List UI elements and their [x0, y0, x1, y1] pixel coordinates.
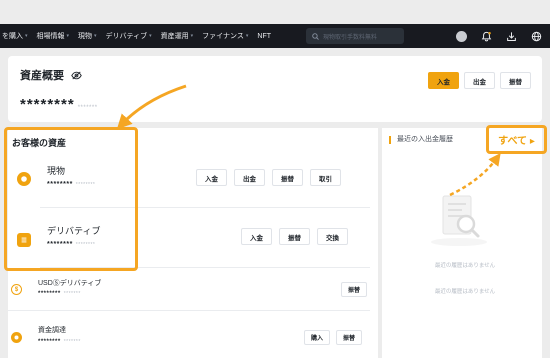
recent-records-title: 最近の入出金履歴 [389, 136, 453, 144]
nav-label: デリバティブ [105, 33, 148, 40]
usds-derivatives-actions: 振替 [341, 282, 368, 297]
nav-label: NFT [257, 32, 272, 40]
nav-derivatives[interactable]: デリバティブ ▾ [106, 31, 152, 41]
language-button[interactable] [528, 28, 544, 44]
notification-button[interactable] [478, 28, 494, 44]
globe-icon [531, 31, 541, 41]
spot-actions: 入金 出金 振替 取引 [196, 169, 341, 186]
funding-buy-button[interactable]: 購入 [304, 330, 331, 345]
usds-derivatives-name: USDⓈデリバティブ [38, 280, 102, 287]
usds-transfer-button[interactable]: 振替 [341, 282, 368, 297]
empty-deposit-text: 最近の履歴はありません [434, 263, 496, 269]
see-all-link[interactable]: すべて ▸ [498, 132, 535, 147]
assets-highlight [4, 127, 138, 271]
nav-nft[interactable]: NFT [257, 33, 271, 40]
funding-transfer-button[interactable]: 振替 [336, 330, 363, 345]
overview-title-text: 資産概要 [20, 70, 64, 82]
spot-deposit-button[interactable]: 入金 [196, 169, 227, 186]
nav-icons [453, 28, 544, 44]
overview-title: 資産概要 [20, 67, 82, 83]
caret-icon: ▾ [94, 33, 97, 39]
nav-finance[interactable]: ファイナンス ▾ [202, 31, 248, 41]
derivatives-convert-button[interactable]: 交換 [317, 228, 348, 245]
top-nav: を購入 ▾ 相場情報 ▾ 現物 ▾ デリバティブ ▾ 資産運用 ▾ ファイナンス ▾ NFT… [0, 24, 550, 48]
nav-markets[interactable]: 相場情報 ▾ [37, 31, 70, 41]
caret-icon: ▾ [25, 33, 28, 39]
usds-derivatives-balance-sub: ******* [63, 291, 81, 297]
funding-balance: ******** ******* [38, 339, 81, 345]
funding-icon [11, 332, 22, 343]
derivatives-transfer-button[interactable]: 振替 [279, 228, 310, 245]
caret-icon: ▾ [66, 33, 70, 39]
total-balance-sub: ******* [77, 105, 98, 111]
nav-label: 相場情報 [36, 33, 65, 40]
funding-name: 資金調達 [38, 327, 66, 334]
nav-buy-crypto[interactable]: を購入 ▾ [2, 31, 28, 41]
avatar[interactable] [453, 28, 469, 44]
search-input[interactable]: 現物取引手数料無料 [306, 28, 404, 44]
eye-slash-icon[interactable] [71, 71, 82, 80]
avatar-icon [455, 30, 467, 42]
caret-icon: ▾ [149, 33, 152, 39]
total-balance: ******** ******* [20, 96, 98, 113]
caret-icon: ▾ [190, 33, 194, 39]
total-balance-value: ******** [20, 96, 75, 113]
empty-records-icon [431, 195, 487, 246]
see-all-highlight: すべて ▸ [486, 125, 547, 154]
nav-earn[interactable]: 資産運用 ▾ [161, 31, 194, 41]
usds-derivatives-balance: ******** ******* [38, 291, 81, 297]
download-icon [506, 31, 516, 41]
download-button[interactable] [503, 28, 519, 44]
transfer-button[interactable]: 振替 [500, 72, 531, 89]
deposit-button[interactable]: 入金 [428, 72, 459, 89]
dot-icon [14, 335, 19, 340]
usds-derivatives-icon: $ [11, 284, 22, 295]
nav-label: 資産運用 [160, 33, 189, 40]
spot-trade-button[interactable]: 取引 [310, 169, 341, 186]
nav-label: 現物 [78, 33, 93, 40]
overview-actions: 入金 出金 振替 [428, 72, 531, 89]
nav-label: を購入 [2, 33, 23, 40]
nav-spot[interactable]: 現物 ▾ [78, 31, 97, 41]
bell-icon [481, 31, 491, 41]
funding-balance-value: ******** [38, 339, 61, 345]
nav-label: ファイナンス [202, 33, 244, 40]
funding-actions: 購入 振替 [304, 330, 363, 345]
row-divider [8, 310, 370, 311]
funding-balance-sub: ******* [63, 339, 81, 345]
spot-withdraw-button[interactable]: 出金 [234, 169, 265, 186]
withdraw-button[interactable]: 出金 [464, 72, 495, 89]
dollar-icon: $ [14, 286, 19, 293]
derivatives-deposit-button[interactable]: 入金 [241, 228, 272, 245]
empty-withdraw-text: 最近の履歴はありません [434, 289, 496, 295]
usds-derivatives-balance-value: ******** [38, 291, 61, 297]
search-icon [312, 32, 319, 40]
caret-icon: ▾ [245, 33, 249, 39]
derivatives-actions: 入金 振替 交換 [241, 228, 348, 245]
search-placeholder: 現物取引手数料無料 [323, 34, 378, 41]
asset-overview-card: 資産概要 ******** ******* 入金 出金 振替 [8, 56, 542, 122]
spot-transfer-button[interactable]: 振替 [272, 169, 303, 186]
